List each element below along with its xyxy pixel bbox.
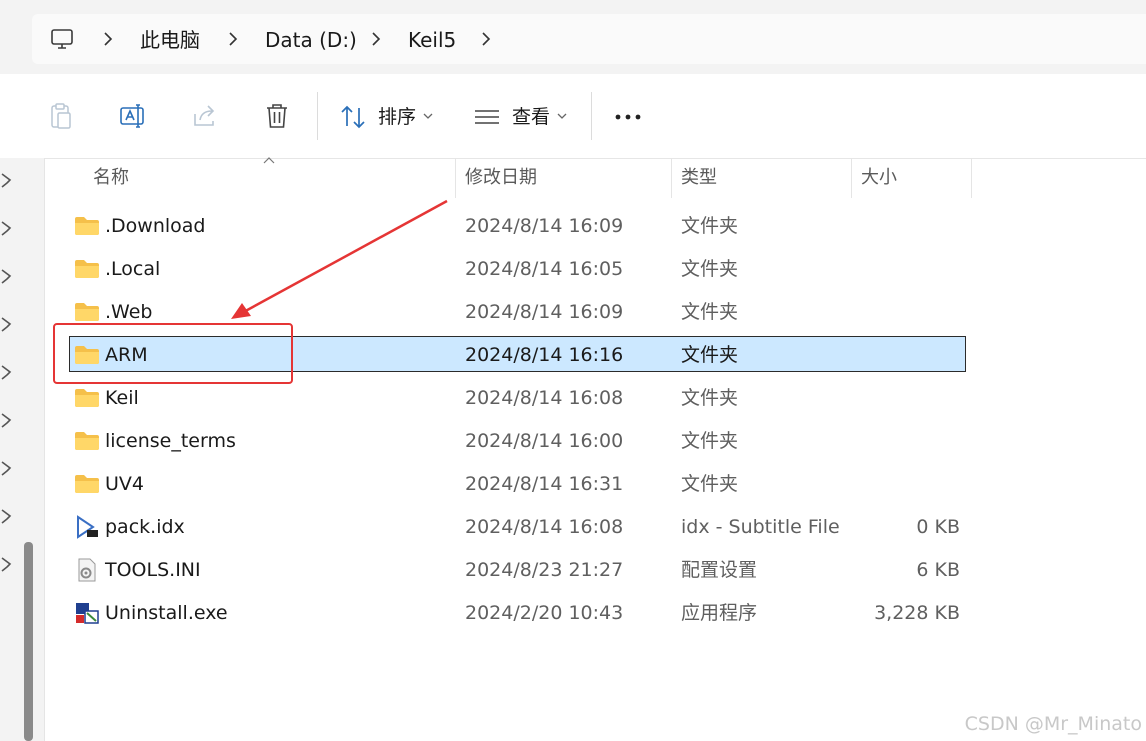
file-name: Uninstall.exe [105, 602, 228, 624]
chevron-right-icon[interactable] [226, 28, 240, 50]
column-divider[interactable] [671, 158, 672, 198]
chevron-right-icon[interactable] [479, 28, 493, 50]
pin-icon[interactable] [0, 412, 14, 428]
file-type: 文件夹 [681, 258, 739, 280]
uninstall-exe-icon [74, 601, 100, 625]
sort-button-label[interactable]: 排序 [378, 105, 416, 129]
chevron-right-icon[interactable] [101, 28, 115, 50]
rename-icon[interactable] [118, 101, 148, 131]
paste-icon[interactable] [46, 101, 76, 131]
file-name: TOOLS.INI [105, 559, 201, 581]
file-name: UV4 [105, 473, 144, 495]
file-date: 2024/8/23 21:27 [465, 559, 624, 581]
column-divider[interactable] [455, 158, 456, 198]
sort-icon[interactable] [340, 104, 366, 130]
file-type: 文件夹 [681, 387, 739, 409]
chevron-down-icon[interactable] [557, 112, 567, 120]
pin-icon[interactable] [0, 172, 14, 188]
file-name: license_terms [105, 430, 236, 452]
delete-icon[interactable] [262, 101, 292, 131]
file-size: 0 KB [916, 516, 960, 538]
folder-icon [74, 257, 100, 281]
column-divider[interactable] [851, 158, 852, 198]
pin-icon[interactable] [0, 508, 14, 524]
file-size: 3,228 KB [874, 602, 960, 624]
file-date: 2024/8/14 16:09 [465, 215, 624, 237]
share-icon[interactable] [190, 101, 220, 131]
subtitle-file-icon [74, 515, 100, 539]
ini-settings-icon [74, 558, 100, 582]
nav-scrollbar-thumb[interactable] [24, 542, 33, 741]
file-name: Keil [105, 387, 139, 409]
navigation-pane [0, 158, 45, 741]
file-date: 2024/8/14 16:31 [465, 473, 624, 495]
file-type: idx - Subtitle File [681, 516, 840, 538]
file-type: 配置设置 [681, 559, 758, 581]
column-header-row: 名称 修改日期 类型 大小 [45, 158, 1146, 198]
folder-icon [74, 386, 100, 410]
file-date: 2024/2/20 10:43 [465, 602, 624, 624]
file-date: 2024/8/14 16:00 [465, 430, 624, 452]
column-header-size[interactable]: 大小 [861, 158, 897, 198]
folder-icon [74, 429, 100, 453]
chevron-right-icon[interactable] [369, 28, 383, 50]
file-name: .Local [105, 258, 161, 280]
file-date: 2024/8/14 16:08 [465, 516, 624, 538]
folder-icon [74, 472, 100, 496]
column-divider[interactable] [971, 158, 972, 198]
toolbar-divider [317, 92, 318, 140]
pin-icon[interactable] [0, 220, 14, 236]
column-header-date[interactable]: 修改日期 [465, 158, 537, 198]
view-list-icon[interactable] [474, 106, 500, 128]
breadcrumb-data-drive[interactable]: Data (D:) [265, 27, 357, 53]
file-type: 文件夹 [681, 344, 739, 366]
column-header-type[interactable]: 类型 [681, 158, 717, 198]
breadcrumb-keil5[interactable]: Keil5 [408, 27, 456, 53]
command-bar [0, 74, 1146, 159]
file-size: 6 KB [916, 559, 960, 581]
more-options-icon[interactable] [614, 110, 642, 124]
file-type: 应用程序 [681, 602, 758, 624]
watermark: CSDN @Mr_Minato [964, 713, 1142, 735]
file-name: pack.idx [105, 516, 185, 538]
pin-icon[interactable] [0, 364, 14, 380]
column-header-name[interactable]: 名称 [93, 158, 129, 198]
breadcrumb-this-pc[interactable]: 此电脑 [140, 27, 200, 53]
pin-icon[interactable] [0, 556, 14, 572]
chevron-down-icon[interactable] [423, 112, 433, 120]
file-type: 文件夹 [681, 430, 739, 452]
file-date: 2024/8/14 16:08 [465, 387, 624, 409]
file-name: .Download [105, 215, 206, 237]
file-type: 文件夹 [681, 301, 739, 323]
pin-icon[interactable] [0, 316, 14, 332]
this-pc-icon[interactable] [50, 27, 74, 51]
toolbar-divider [591, 92, 592, 140]
annotation-highlight-box [53, 323, 293, 384]
pin-icon[interactable] [0, 460, 14, 476]
file-type: 文件夹 [681, 215, 739, 237]
folder-icon [74, 214, 100, 238]
file-name: .Web [105, 301, 153, 323]
file-date: 2024/8/14 16:09 [465, 301, 624, 323]
file-date: 2024/8/14 16:16 [465, 344, 624, 366]
view-button-label[interactable]: 查看 [512, 105, 550, 129]
file-type: 文件夹 [681, 473, 739, 495]
folder-icon [74, 300, 100, 324]
pin-icon[interactable] [0, 268, 14, 284]
file-date: 2024/8/14 16:05 [465, 258, 624, 280]
